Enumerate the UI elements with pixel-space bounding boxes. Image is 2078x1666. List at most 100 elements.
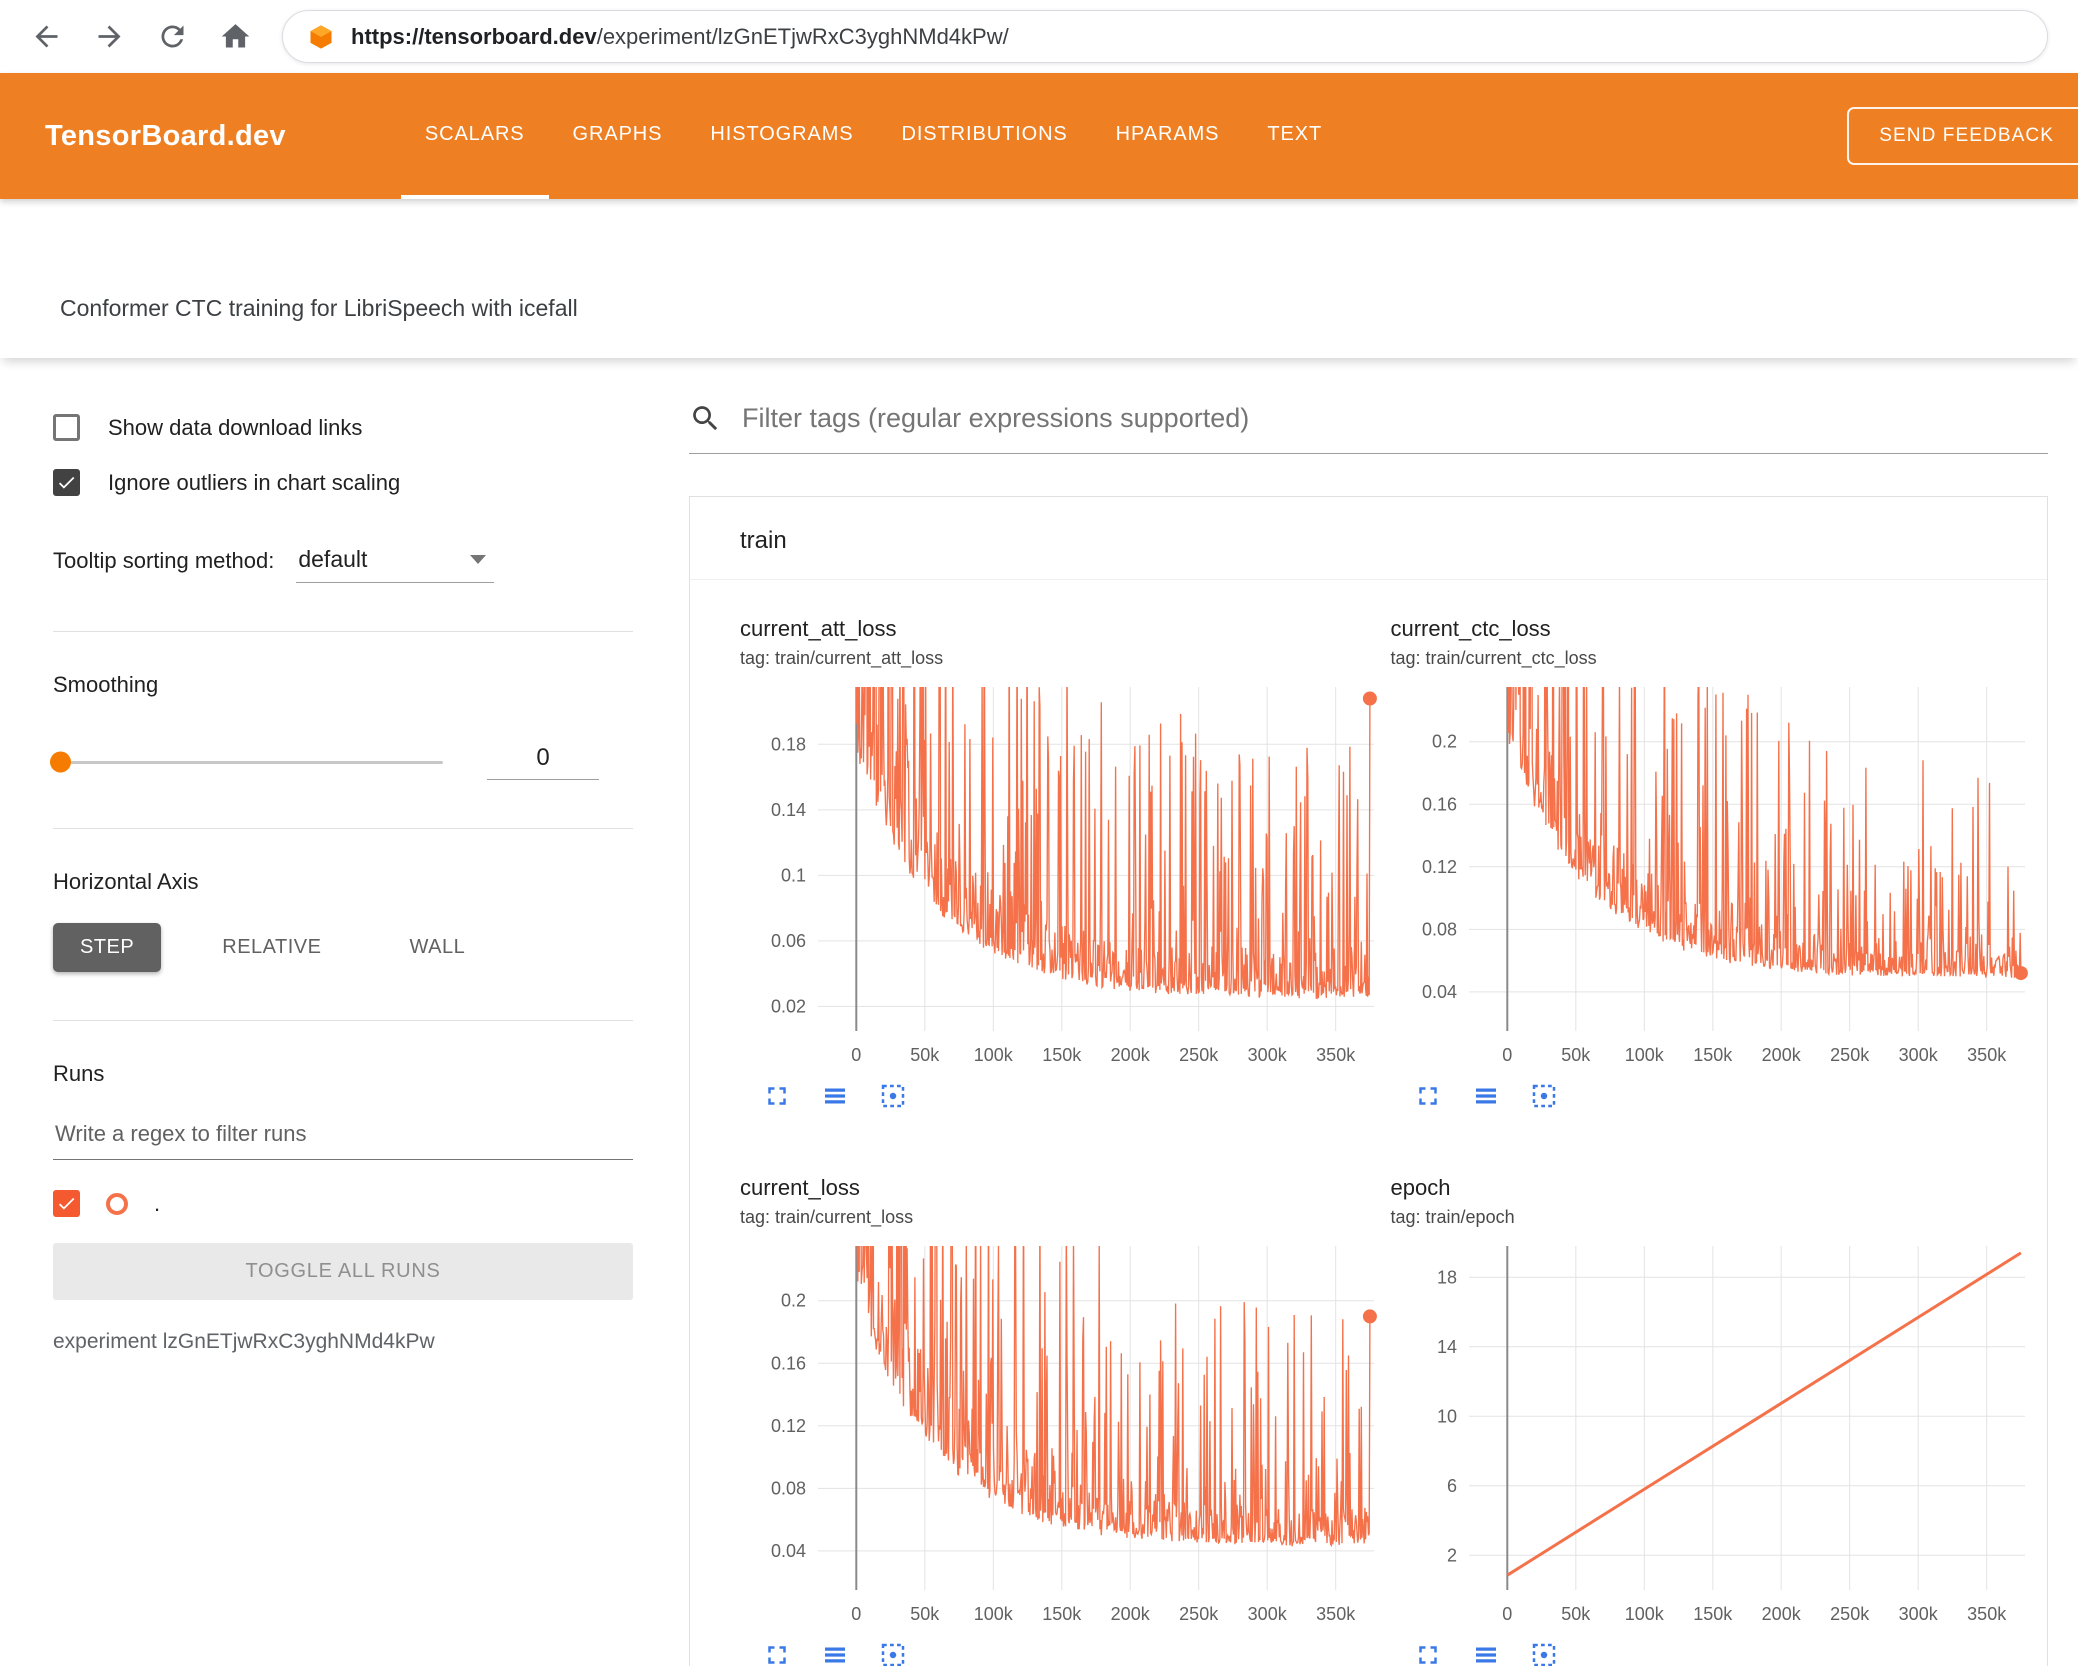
chevron-down-icon <box>470 555 487 564</box>
tab-scalars[interactable]: SCALARS <box>400 73 549 199</box>
horizontal-axis-buttons: STEP RELATIVE WALL <box>53 923 633 972</box>
view-lines-icon[interactable] <box>820 1640 850 1666</box>
tooltip-sort-select[interactable]: default <box>296 546 495 583</box>
tab-graphs[interactable]: GRAPHS <box>549 73 687 199</box>
chart-plot[interactable]: 0.02 0.06 0.1 0.14 0.18 0 50k 100k 150k 200k 250k 3… <box>740 679 1380 1079</box>
svg-text:350k: 350k <box>1967 1604 2007 1624</box>
svg-text:100k: 100k <box>1624 1045 1664 1065</box>
filter-tags-input[interactable] <box>742 403 2048 434</box>
chart-toolbar <box>1391 1081 2042 1111</box>
home-icon[interactable] <box>219 20 252 53</box>
tab-text[interactable]: TEXT <box>1243 73 1346 199</box>
smoothing-value[interactable]: 0 <box>487 744 599 780</box>
axis-relative-button[interactable]: RELATIVE <box>195 923 348 972</box>
address-bar[interactable]: https://tensorboard.dev/experiment/lzGnE… <box>282 10 2048 63</box>
back-icon[interactable] <box>30 20 63 53</box>
svg-text:200k: 200k <box>1111 1045 1151 1065</box>
run-name: . <box>154 1190 161 1216</box>
svg-text:150k: 150k <box>1693 1045 1733 1065</box>
fit-domain-icon[interactable] <box>1529 1640 1559 1666</box>
url-scheme: https:// <box>351 23 425 49</box>
run-color-swatch <box>106 1192 128 1215</box>
divider <box>53 828 633 829</box>
chart-toolbar <box>1391 1640 2042 1666</box>
svg-text:10: 10 <box>1436 1406 1456 1426</box>
chart-tag: tag: train/current_loss <box>740 1207 914 1227</box>
view-lines-icon[interactable] <box>1471 1640 1501 1666</box>
tensorboard-favicon <box>310 24 332 49</box>
settings-sidebar: Show data download links Ignore outliers… <box>0 358 659 1666</box>
run-checkbox[interactable] <box>53 1190 80 1217</box>
chart-current-loss: current_loss tag: train/current_loss 0.0… <box>740 1175 1391 1666</box>
svg-text:0.12: 0.12 <box>771 1416 806 1436</box>
fit-domain-icon[interactable] <box>878 1640 908 1666</box>
search-icon <box>693 406 718 431</box>
chart-plot[interactable]: 0.04 0.08 0.12 0.16 0.2 0 50k 100k 150k 200k 250k 3… <box>740 1238 1380 1638</box>
svg-text:0.04: 0.04 <box>771 1541 806 1561</box>
svg-text:150k: 150k <box>1693 1604 1733 1624</box>
svg-text:100k: 100k <box>974 1604 1014 1624</box>
tooltip-sort-value: default <box>298 546 368 572</box>
svg-text:0.06: 0.06 <box>771 931 806 951</box>
fullscreen-icon[interactable] <box>762 1081 792 1111</box>
svg-text:0.08: 0.08 <box>771 1478 806 1498</box>
slider-knob[interactable] <box>50 751 71 773</box>
svg-text:14: 14 <box>1436 1337 1456 1357</box>
chart-toolbar <box>740 1081 1391 1111</box>
chart-title: current_ctc_loss <box>1390 616 1551 641</box>
send-feedback-button[interactable]: SEND FEEDBACK <box>1847 107 2078 165</box>
fit-domain-icon[interactable] <box>878 1081 908 1111</box>
chart-plot[interactable]: 2 6 10 14 18 0 50k 100k 150k 200k 250k 300k 350k <box>1391 1238 2031 1638</box>
svg-text:250k: 250k <box>1179 1045 1219 1065</box>
ignore-outliers-checkbox[interactable]: Ignore outliers in chart scaling <box>53 469 633 496</box>
chart-toolbar <box>740 1640 1391 1666</box>
chart-current-att-loss: current_att_loss tag: train/current_att_… <box>740 616 1391 1111</box>
reload-icon[interactable] <box>156 20 189 53</box>
content: Show data download links Ignore outliers… <box>0 358 2078 1666</box>
axis-step-button[interactable]: STEP <box>53 923 162 972</box>
svg-text:0.12: 0.12 <box>1421 857 1456 877</box>
svg-text:0: 0 <box>1502 1604 1512 1624</box>
train-card: train current_att_loss tag: train/curren… <box>689 496 2048 1666</box>
check-icon <box>58 1197 75 1210</box>
tab-distributions[interactable]: DISTRIBUTIONS <box>878 73 1092 199</box>
chart-tag: tag: train/current_att_loss <box>740 648 944 668</box>
chart-plot[interactable]: 0.04 0.08 0.12 0.16 0.2 0 50k 100k 150k 200k 250k 3… <box>1391 679 2031 1079</box>
tab-histograms[interactable]: HISTOGRAMS <box>686 73 877 199</box>
fullscreen-icon[interactable] <box>1413 1081 1443 1111</box>
show-download-links-checkbox[interactable]: Show data download links <box>53 414 633 441</box>
svg-text:250k: 250k <box>1179 1604 1219 1624</box>
view-lines-icon[interactable] <box>1471 1081 1501 1111</box>
smoothing-row: 0 <box>50 744 633 780</box>
svg-text:200k: 200k <box>1761 1045 1801 1065</box>
tab-hparams[interactable]: HPARAMS <box>1092 73 1244 199</box>
ignore-outliers-label: Ignore outliers in chart scaling <box>108 469 401 495</box>
run-row[interactable]: . <box>53 1190 633 1217</box>
svg-text:50k: 50k <box>910 1045 940 1065</box>
toggle-all-runs-button[interactable]: TOGGLE ALL RUNS <box>53 1243 633 1300</box>
svg-text:0: 0 <box>851 1045 861 1065</box>
svg-text:0.14: 0.14 <box>771 800 806 820</box>
experiment-id: experiment lzGnETjwRxC3yghNMd4kPw <box>53 1330 435 1353</box>
view-lines-icon[interactable] <box>820 1081 850 1111</box>
tooltip-sort-label: Tooltip sorting method: <box>53 548 275 573</box>
checkbox-unchecked-icon[interactable] <box>53 414 80 441</box>
smoothing-slider[interactable] <box>50 751 443 773</box>
fullscreen-icon[interactable] <box>762 1640 792 1666</box>
url-text: https://tensorboard.dev/experiment/lzGnE… <box>351 24 1009 50</box>
chart-title: current_loss <box>740 1175 860 1200</box>
browser-chrome: https://tensorboard.dev/experiment/lzGnE… <box>0 0 2078 73</box>
fullscreen-icon[interactable] <box>1413 1640 1443 1666</box>
checkbox-checked-icon[interactable] <box>53 469 80 496</box>
forward-icon[interactable] <box>93 20 126 53</box>
svg-text:300k: 300k <box>1898 1604 1938 1624</box>
fit-domain-icon[interactable] <box>1529 1081 1559 1111</box>
svg-text:200k: 200k <box>1761 1604 1801 1624</box>
train-group-header[interactable]: train <box>690 497 2047 580</box>
svg-text:350k: 350k <box>1316 1045 1356 1065</box>
runs-regex-input[interactable] <box>53 1115 633 1160</box>
svg-text:0.02: 0.02 <box>771 996 806 1016</box>
axis-wall-button[interactable]: WALL <box>382 923 492 972</box>
svg-text:150k: 150k <box>1042 1604 1082 1624</box>
svg-text:0.16: 0.16 <box>771 1353 806 1373</box>
